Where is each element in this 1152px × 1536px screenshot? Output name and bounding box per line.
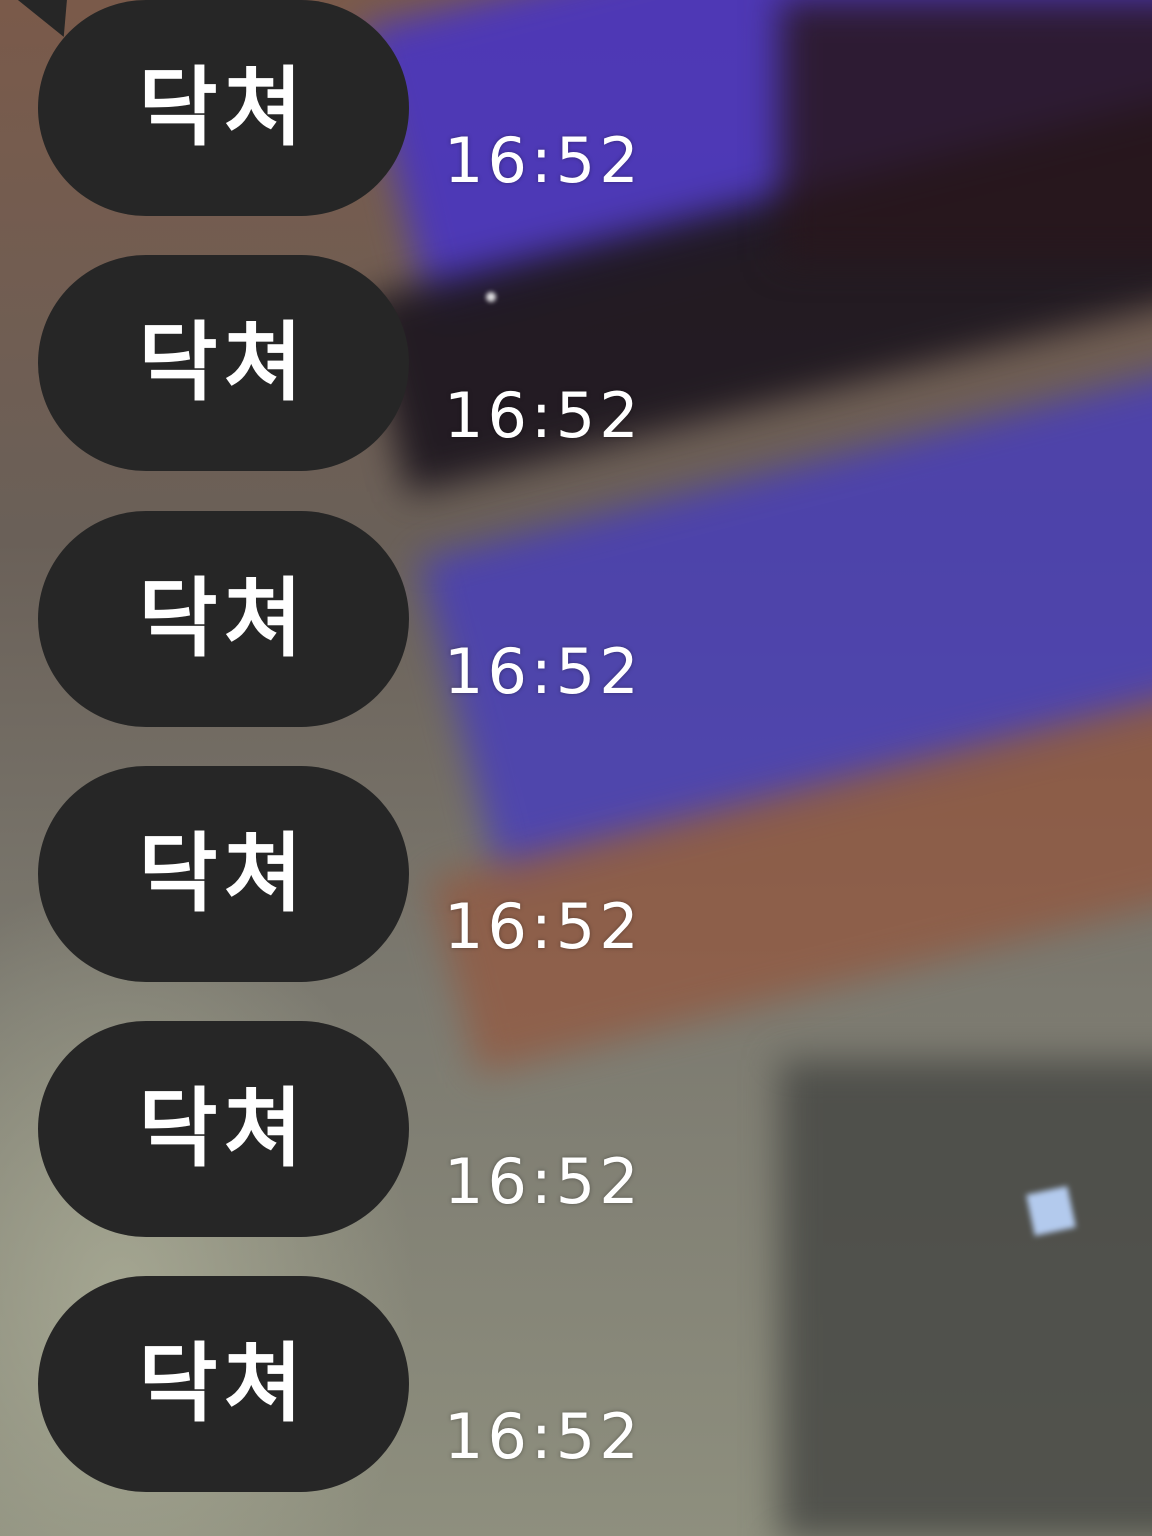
message-bubble[interactable]: 닥쳐: [38, 0, 409, 216]
message-bubble[interactable]: 닥쳐: [38, 511, 409, 727]
message-text: 닥쳐: [138, 1334, 309, 1434]
message-time: 16:52: [444, 890, 643, 963]
message-text: 닥쳐: [138, 58, 309, 158]
message-item: 닥쳐 16:52: [15, 0, 738, 216]
message-item: 닥쳐 16:52: [38, 511, 738, 727]
message-bubble[interactable]: 닥쳐: [38, 1276, 409, 1492]
message-bubble[interactable]: 닥쳐: [38, 255, 409, 471]
message-item: 닥쳐 16:52: [38, 1276, 738, 1492]
message-time: 16:52: [444, 379, 643, 452]
message-time: 16:52: [444, 124, 643, 197]
message-time: 16:52: [444, 1400, 643, 1473]
message-thread: 닥쳐 16:52 닥쳐 16:52 닥쳐 16:52 닥쳐 16:52 닥쳐 1…: [0, 0, 1152, 1536]
message-time: 16:52: [444, 1145, 643, 1218]
message-bubble[interactable]: 닥쳐: [38, 1021, 409, 1237]
message-time: 16:52: [444, 635, 643, 708]
message-text: 닥쳐: [138, 824, 309, 924]
message-text: 닥쳐: [138, 313, 309, 413]
message-bubble[interactable]: 닥쳐: [38, 766, 409, 982]
message-text: 닥쳐: [138, 1079, 309, 1179]
message-item: 닥쳐 16:52: [38, 255, 738, 471]
message-text: 닥쳐: [138, 569, 309, 669]
message-item: 닥쳐 16:52: [38, 766, 738, 982]
message-item: 닥쳐 16:52: [38, 1021, 738, 1237]
